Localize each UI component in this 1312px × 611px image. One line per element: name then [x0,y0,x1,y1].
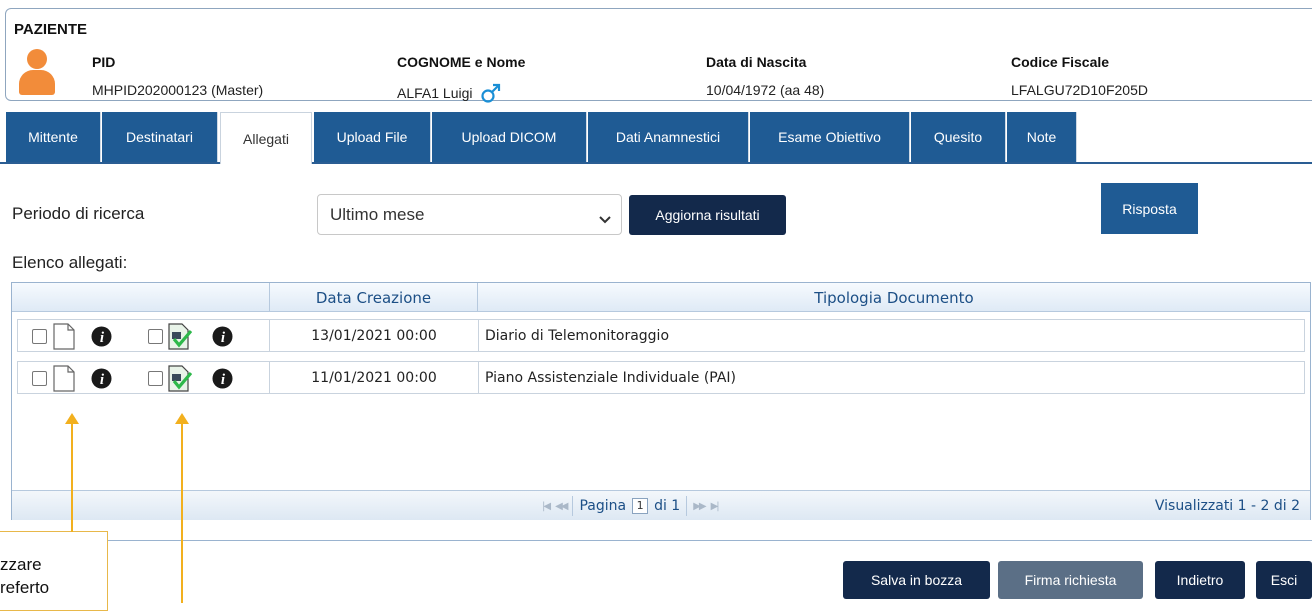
signed-report-icon[interactable] [168,323,193,354]
name-label: COGNOME e Nome [397,54,526,70]
tab-quesito[interactable]: Quesito [911,112,1006,162]
column-header-date[interactable]: Data Creazione [270,283,478,312]
annotation-arrow-up-icon [175,413,189,603]
patient-title: PAZIENTE [14,21,88,38]
dob-value: 10/04/1972 (aa 48) [706,82,825,98]
chevron-down-icon [599,209,611,229]
table-row[interactable]: i i 13/01/2021 00:00 Diario di Telemonit… [17,319,1305,352]
tab-bar-underline [0,162,1312,164]
tab-note[interactable]: Note [1007,112,1077,162]
row-date: 11/01/2021 00:00 [270,362,479,393]
save-draft-button[interactable]: Salva in bozza [843,561,990,599]
cf-value: LFALGU72D10F205D [1011,82,1148,98]
refresh-results-button[interactable]: Aggiorna risultati [629,195,786,235]
page-of-label: di 1 [654,498,681,514]
row-actions: i i [18,362,270,393]
tab-upload-file[interactable]: Upload File [314,112,431,162]
row-type: Diario di Telemonitoraggio [485,327,670,344]
period-select[interactable]: Ultimo mese [317,194,622,235]
select-document-checkbox[interactable] [32,371,47,386]
grid-header: Data Creazione Tipologia Documento [12,283,1310,312]
row-actions: i i [18,320,270,351]
tab-mittente[interactable]: Mittente [6,112,101,162]
select-report-checkbox[interactable] [148,329,163,344]
table-row[interactable]: i i 11/01/2021 00:00 Piano Assistenziale… [17,361,1305,394]
period-label: Periodo di ricerca [12,204,145,223]
info-icon[interactable]: i [91,326,112,351]
page-number-input[interactable]: 1 [632,498,649,514]
attachments-grid: Data Creazione Tipologia Documento i i 1… [11,282,1311,520]
prev-page-icon[interactable]: ◀◀ [555,501,568,512]
signed-report-icon[interactable] [168,365,193,396]
info-icon[interactable]: i [91,368,112,393]
column-header-type[interactable]: Tipologia Documento [478,283,1310,312]
name-value-wrap: ALFA1 Luigi [397,82,502,107]
visible-records-label: Visualizzati 1 - 2 di 2 [1154,498,1300,514]
annotation-text: zzare referto [0,555,50,597]
tab-destinatari[interactable]: Destinatari [102,112,218,162]
first-page-icon[interactable]: |◀ [542,501,551,512]
tab-allegati[interactable]: Allegati [220,112,312,164]
select-document-checkbox[interactable] [32,329,47,344]
last-page-icon[interactable]: ▶| [711,501,720,512]
pager: |◀ ◀◀ Pagina 1 di 1 ▶▶ ▶| [542,491,720,521]
grid-header-actions [12,283,270,312]
back-button[interactable]: Indietro [1155,561,1245,599]
pid-value: MHPID202000123 (Master) [92,82,264,98]
document-icon[interactable] [53,365,75,396]
annotation-arrow-up-icon [65,413,79,532]
report-info-icon[interactable]: i [212,368,233,393]
period-select-value: Ultimo mese [330,205,425,224]
footer-divider [0,540,1312,541]
tab-dati-anamnestici[interactable]: Dati Anamnestici [588,112,749,162]
patient-panel: PAZIENTE PID MHPID202000123 (Master) COG… [5,8,1312,103]
attachments-list-label: Elenco allegati: [12,253,128,272]
male-gender-icon [480,82,502,107]
cf-label: Codice Fiscale [1011,54,1110,70]
row-type: Piano Assistenziale Individuale (PAI) [485,369,737,386]
dob-label: Data di Nascita [706,54,807,70]
name-value: ALFA1 Luigi [397,85,473,102]
reply-button[interactable]: Risposta [1101,183,1198,234]
exit-button[interactable]: Esci [1256,561,1312,599]
tab-upload-dicom[interactable]: Upload DICOM [432,112,587,162]
select-report-checkbox[interactable] [148,371,163,386]
patient-avatar-icon [19,49,55,95]
next-page-icon[interactable]: ▶▶ [693,501,706,512]
page-label: Pagina [579,498,627,514]
grid-footer: |◀ ◀◀ Pagina 1 di 1 ▶▶ ▶| Visualizzati 1… [12,490,1310,520]
pid-label: PID [92,54,116,70]
sign-request-button[interactable]: Firma richiesta [998,561,1143,599]
row-date: 13/01/2021 00:00 [270,320,479,351]
report-info-icon[interactable]: i [212,326,233,351]
document-icon[interactable] [53,323,75,354]
tab-esame-obiettivo[interactable]: Esame Obiettivo [750,112,910,162]
